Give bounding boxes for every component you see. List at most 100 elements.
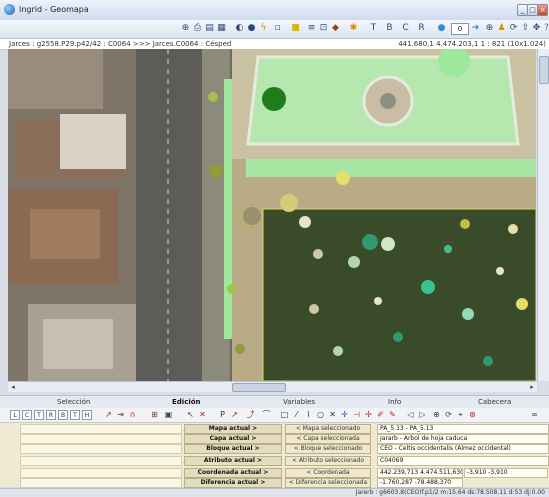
- line-tool-icon[interactable]: ⁄: [292, 410, 301, 419]
- tree-marker[interactable]: [460, 219, 470, 229]
- tab-edicion[interactable]: Edición: [172, 398, 201, 406]
- tree-marker[interactable]: [313, 249, 323, 259]
- scroll-left-icon[interactable]: ◂: [8, 382, 18, 392]
- move-icon[interactable]: ✢: [364, 410, 373, 419]
- horizontal-scroll-thumb[interactable]: [232, 383, 286, 392]
- shape-icon[interactable]: ⊣: [352, 410, 361, 419]
- document-icon[interactable]: ▫: [272, 23, 283, 34]
- map-canvas[interactable]: [8, 49, 536, 381]
- export-icon[interactable]: ⇪: [520, 23, 531, 34]
- zoom-in-icon[interactable]: ⊕: [180, 23, 191, 34]
- tab-cabecera[interactable]: Cabecera: [478, 398, 511, 406]
- edit-code-b[interactable]: B: [58, 410, 68, 420]
- coordenada-actual-label[interactable]: Coordenada actual >: [184, 468, 282, 478]
- mapa-actual-label[interactable]: Mapa actual >: [184, 424, 282, 434]
- polyline-icon[interactable]: ⤴: [246, 410, 255, 419]
- arrow-right-icon[interactable]: ➜: [470, 23, 481, 34]
- split-icon[interactable]: ⇥: [116, 410, 125, 419]
- user-icon[interactable]: ♟: [496, 23, 507, 34]
- horizontal-scrollbar[interactable]: ◂ ▸: [8, 381, 537, 392]
- tree-marker[interactable]: [508, 224, 518, 234]
- tree-marker[interactable]: [208, 92, 218, 102]
- water-icon[interactable]: ●: [436, 23, 447, 34]
- highlight-icon[interactable]: ■: [290, 23, 301, 34]
- diferencia-seleccionada-button[interactable]: < Diferencia seleccionada: [285, 478, 371, 488]
- contrast-icon[interactable]: ◐: [234, 23, 245, 34]
- tree-marker[interactable]: [280, 194, 298, 212]
- vertex-label[interactable]: P: [218, 410, 227, 419]
- coordenada-seleccionada-button[interactable]: < Coordenada seleccionada: [285, 468, 371, 484]
- globe-icon[interactable]: ⊕: [484, 23, 495, 34]
- cross-icon[interactable]: ✕: [328, 410, 337, 419]
- vertex-icon[interactable]: ↗: [230, 410, 239, 419]
- edit-code-c[interactable]: C: [22, 410, 32, 420]
- tree-marker[interactable]: [462, 308, 474, 320]
- curve-tool-icon[interactable]: ⌇: [304, 410, 313, 419]
- close-window-button[interactable]: ×: [537, 4, 548, 16]
- star-icon[interactable]: ✱: [348, 23, 359, 34]
- tree-marker[interactable]: [483, 356, 493, 366]
- tree-marker[interactable]: [262, 87, 286, 111]
- pencil-icon[interactable]: ✎: [388, 410, 397, 419]
- mapa-seleccionado-button[interactable]: < Mapa seleccionado: [285, 424, 371, 434]
- gps-icon[interactable]: ⌖: [456, 410, 465, 419]
- color-icon[interactable]: C: [400, 23, 411, 34]
- tree-marker[interactable]: [516, 298, 528, 310]
- zoom-window-icon[interactable]: ⊕: [432, 410, 441, 419]
- select-icon[interactable]: ↗: [104, 410, 113, 419]
- atributo-seleccionado-button[interactable]: < Atributo seleccionado: [285, 456, 371, 466]
- tree-marker[interactable]: [374, 297, 382, 305]
- tree-marker[interactable]: [393, 332, 403, 342]
- curve-icon[interactable]: ⌒: [262, 410, 271, 419]
- tree-marker[interactable]: [299, 216, 311, 228]
- snap-icon[interactable]: ▣: [164, 410, 173, 419]
- capa-seleccionada-button[interactable]: < Capa seleccionada: [285, 434, 371, 444]
- rectangle-tool-icon[interactable]: □: [280, 410, 289, 419]
- tab-info[interactable]: Info: [388, 398, 401, 406]
- vertical-scrollbar[interactable]: [537, 49, 549, 381]
- sync-icon[interactable]: ⟳: [508, 23, 519, 34]
- chart-icon[interactable]: ◆: [330, 23, 341, 34]
- print-icon[interactable]: ⎙: [192, 23, 203, 34]
- tree-marker[interactable]: [444, 245, 452, 253]
- bloque-seleccionado-button[interactable]: < Bloque seleccionado: [285, 444, 371, 454]
- bold-icon[interactable]: B: [384, 23, 395, 34]
- tree-marker[interactable]: [381, 237, 395, 251]
- tree-marker[interactable]: [496, 267, 504, 275]
- tab-seleccion[interactable]: Selección: [57, 398, 90, 406]
- tree-marker[interactable]: [227, 284, 237, 294]
- tab-variables[interactable]: Variables: [283, 398, 315, 406]
- text-tool-icon[interactable]: T: [368, 23, 379, 34]
- tree-marker[interactable]: [336, 171, 350, 185]
- tree-marker[interactable]: [333, 346, 343, 356]
- draw-line-icon[interactable]: ∩: [128, 410, 137, 419]
- redo-icon[interactable]: ▷: [418, 410, 427, 419]
- rotate-icon[interactable]: R: [416, 23, 427, 34]
- grid-select-icon[interactable]: ⊞: [150, 410, 159, 419]
- erase-icon[interactable]: ✐: [376, 410, 385, 419]
- help-icon[interactable]: ?: [541, 23, 549, 34]
- edit-code-t2[interactable]: T: [70, 410, 80, 420]
- edit-code-r[interactable]: R: [46, 410, 56, 420]
- edit-code-t[interactable]: T: [34, 410, 44, 420]
- circle-tool-icon[interactable]: ○: [316, 410, 325, 419]
- tree-marker[interactable]: [421, 280, 435, 294]
- atributo-actual-label[interactable]: Atributo actual >: [184, 456, 282, 466]
- tree-marker[interactable]: [309, 304, 319, 314]
- undo-icon[interactable]: ◁: [406, 410, 415, 419]
- tree-marker[interactable]: [209, 164, 223, 178]
- tree-marker[interactable]: [243, 207, 261, 225]
- close-icon[interactable]: ✕: [198, 410, 207, 419]
- target-icon[interactable]: ⊛: [468, 410, 477, 419]
- vertical-scroll-thumb[interactable]: [539, 56, 549, 84]
- tree-marker[interactable]: [235, 344, 245, 354]
- diferencia-actual-label[interactable]: Diferencia actual >: [184, 478, 282, 488]
- edit-code-l[interactable]: L: [10, 410, 20, 420]
- tree-marker[interactable]: [348, 256, 360, 268]
- settings-icon[interactable]: ≡: [306, 23, 317, 34]
- aerial-map[interactable]: [8, 49, 536, 381]
- capa-actual-label[interactable]: Capa actual >: [184, 434, 282, 444]
- circle-icon[interactable]: ●: [246, 23, 257, 34]
- edit-code-h[interactable]: H: [82, 410, 92, 420]
- freehand-icon[interactable]: ✛: [340, 410, 349, 419]
